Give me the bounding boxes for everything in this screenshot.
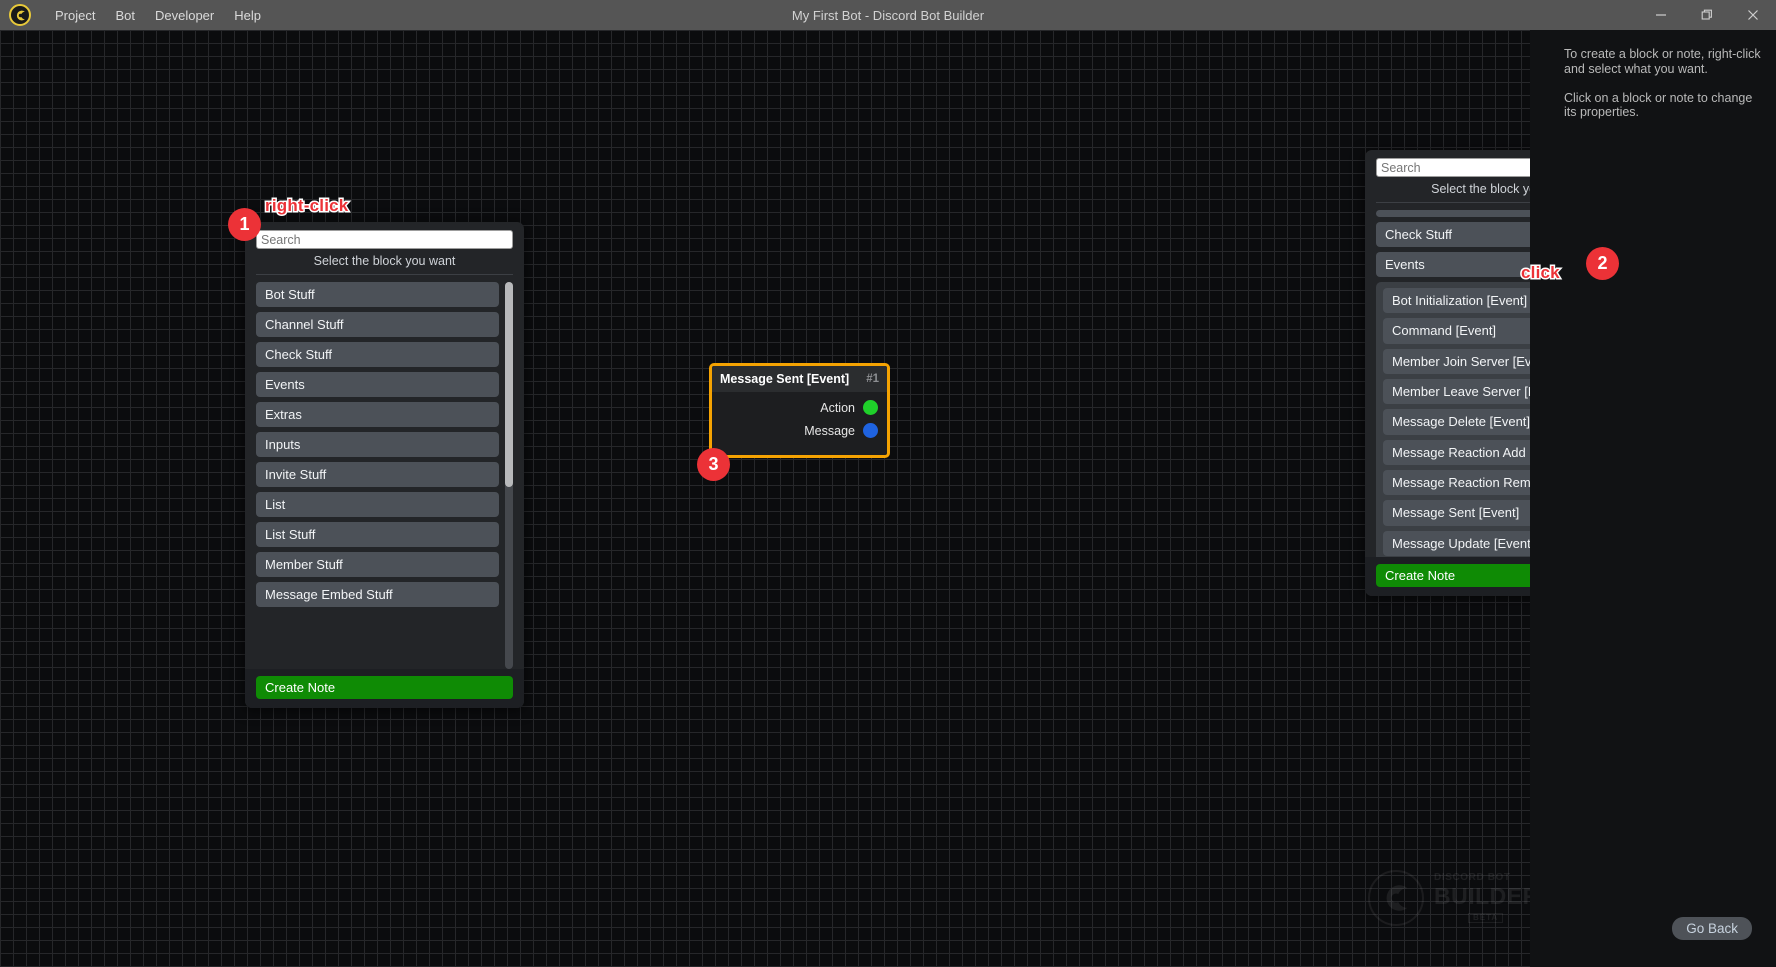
port-dot-message-icon[interactable] (863, 423, 878, 438)
window-controls (1638, 0, 1776, 30)
block-picker-left[interactable]: Select the block you want Bot Stuff Chann… (245, 222, 524, 708)
block-node-number: #1 (866, 373, 879, 385)
picker-left-category[interactable]: Inputs (256, 432, 499, 457)
menu-developer[interactable]: Developer (145, 4, 224, 27)
annotation-label-click: click (1520, 262, 1562, 284)
picker-left-category[interactable]: Channel Stuff (256, 312, 499, 337)
go-back-button[interactable]: Go Back (1672, 917, 1752, 940)
block-port-message[interactable]: Message (712, 423, 887, 438)
picker-left-category[interactable]: Message Embed Stuff (256, 582, 499, 607)
picker-left-scrollbar-track[interactable] (505, 282, 513, 669)
block-node-message-sent[interactable]: Message Sent [Event] #1 Action Message (709, 363, 890, 458)
block-node-header: Message Sent [Event] #1 (712, 366, 887, 392)
picker-left-divider (256, 274, 513, 275)
picker-left-bottom: Create Note (245, 669, 524, 708)
picker-left-scrollbar-thumb[interactable] (505, 282, 513, 487)
annotation-badge-2: 2 (1586, 247, 1619, 280)
block-port-action-label: Action (820, 400, 855, 415)
help-sidebar: To create a block or note, right-click a… (1530, 30, 1776, 967)
picker-left-category[interactable]: Extras (256, 402, 499, 427)
picker-left-category[interactable]: Events (256, 372, 499, 397)
node-canvas[interactable] (0, 30, 1530, 967)
picker-left-category[interactable]: List (256, 492, 499, 517)
block-node-title: Message Sent [Event] (720, 372, 850, 386)
picker-left-category[interactable]: List Stuff (256, 522, 499, 547)
picker-left-category[interactable]: Check Stuff (256, 342, 499, 367)
restore-icon[interactable] (1684, 0, 1730, 30)
help-line-1: To create a block or note, right-click a… (1564, 47, 1761, 76)
close-icon[interactable] (1730, 0, 1776, 30)
picker-left-list[interactable]: Bot Stuff Channel Stuff Check Stuff Events E… (256, 282, 513, 669)
port-dot-action-icon[interactable] (863, 400, 878, 415)
picker-left-category[interactable]: Bot Stuff (256, 282, 499, 307)
create-note-button-left[interactable]: Create Note (256, 676, 513, 699)
annotation-badge-1: 1 (228, 208, 261, 241)
picker-left-top (245, 222, 524, 249)
annotation-label-right-click: right-click (263, 195, 349, 217)
block-port-action[interactable]: Action (712, 400, 887, 415)
help-text: To create a block or note, right-click a… (1564, 47, 1762, 120)
block-port-message-label: Message (804, 423, 855, 438)
minimize-icon[interactable] (1638, 0, 1684, 30)
menu-bot[interactable]: Bot (105, 4, 145, 27)
menu-project[interactable]: Project (45, 4, 105, 27)
wrench-circle-logo-icon (9, 4, 31, 26)
title-bar: Project Bot Developer Help My First Bot … (0, 0, 1776, 30)
picker-left-subtitle: Select the block you want (313, 254, 456, 268)
search-input-left[interactable] (256, 230, 513, 249)
help-line-2: Click on a block or note to change its p… (1564, 90, 1753, 120)
menu-help[interactable]: Help (224, 4, 271, 27)
picker-left-category[interactable]: Invite Stuff (256, 462, 499, 487)
picker-left-category[interactable]: Member Stuff (256, 552, 499, 577)
annotation-badge-3: 3 (697, 448, 730, 481)
